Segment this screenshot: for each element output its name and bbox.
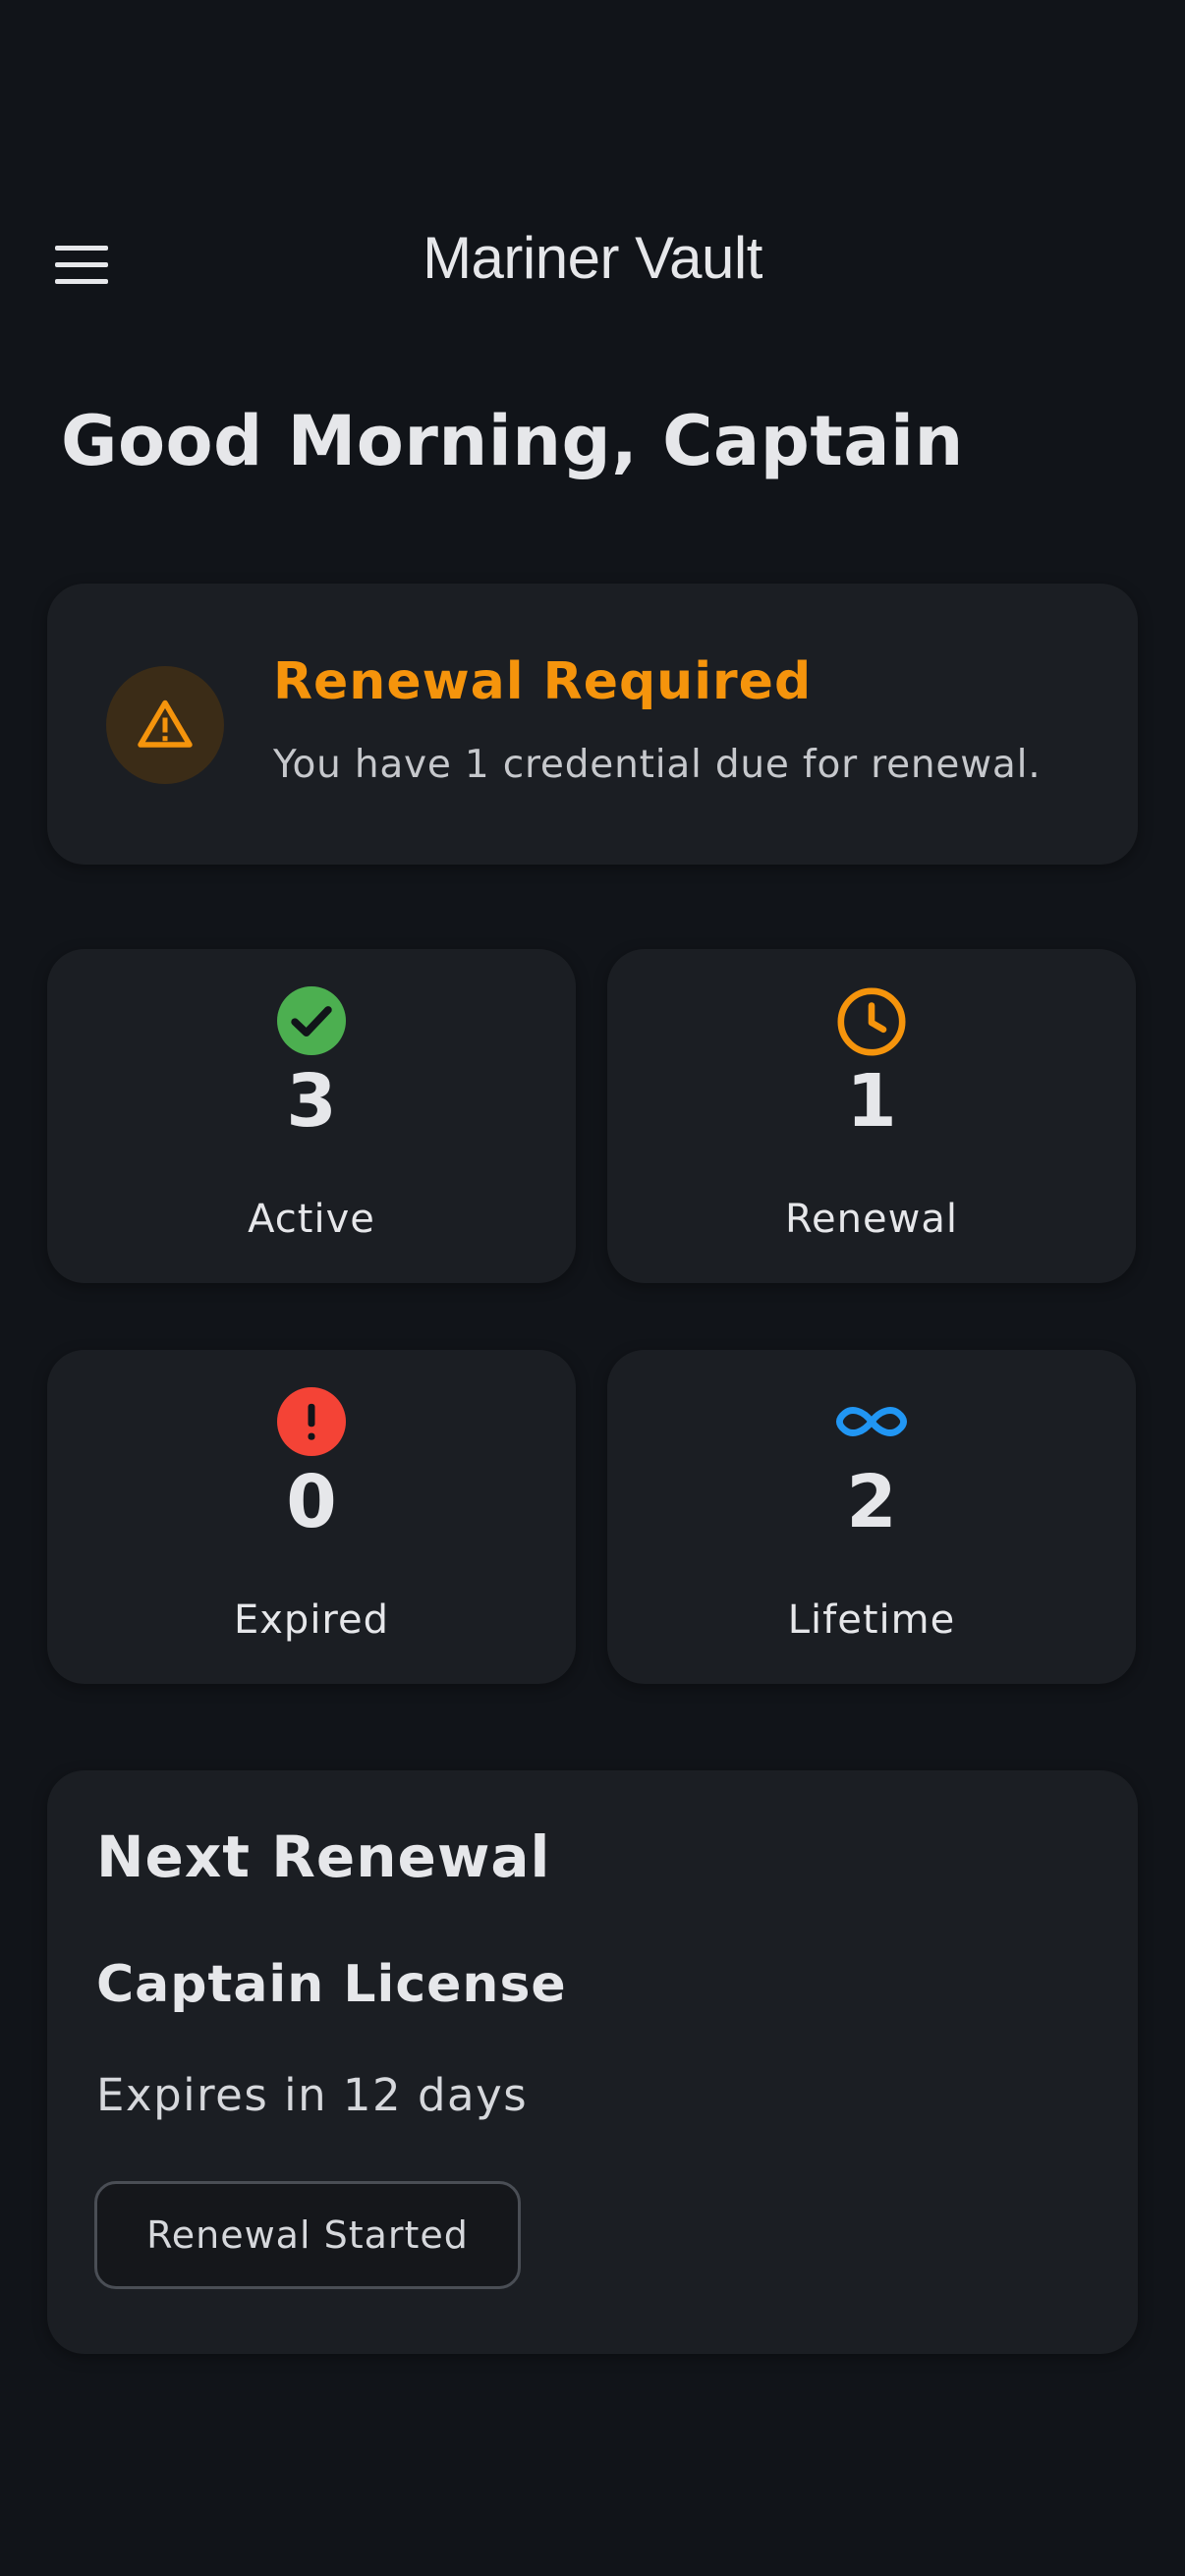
stat-label: Renewal [785, 1197, 958, 1242]
stat-value: 2 [846, 1460, 897, 1544]
app-title: Mariner Vault [423, 225, 762, 291]
alert-title: Renewal Required [273, 652, 813, 711]
stat-label: Expired [233, 1597, 389, 1643]
expiry-text: Expires in 12 days [96, 2069, 529, 2121]
stat-label: Lifetime [787, 1597, 956, 1643]
stat-card-renewal[interactable]: 1 Renewal [607, 949, 1136, 1283]
renewal-alert-card[interactable]: Renewal Required You have 1 credential d… [47, 584, 1138, 865]
warning-triangle-icon [138, 700, 193, 748]
stat-card-active[interactable]: 3 Active [47, 949, 576, 1283]
stat-label: Active [248, 1197, 375, 1242]
stat-value: 0 [286, 1460, 337, 1544]
clock-icon [837, 987, 906, 1056]
warning-icon-badge [106, 666, 224, 784]
error-circle-icon [277, 1387, 346, 1456]
next-renewal-heading: Next Renewal [96, 1823, 551, 1890]
credential-name: Captain License [96, 1955, 567, 2014]
alert-message: You have 1 credential due for renewal. [273, 743, 1042, 787]
check-circle-icon [277, 986, 346, 1055]
stat-value: 3 [286, 1059, 337, 1144]
infinity-icon [835, 1407, 908, 1436]
greeting-heading: Good Morning, Captain [61, 401, 964, 481]
renewal-started-button[interactable]: Renewal Started [94, 2181, 521, 2289]
next-renewal-card: Next Renewal Captain License Expires in … [47, 1770, 1138, 2354]
stat-card-expired[interactable]: 0 Expired [47, 1350, 576, 1684]
stat-card-lifetime[interactable]: 2 Lifetime [607, 1350, 1136, 1684]
app-bar: Mariner Vault [0, 196, 1185, 334]
stat-value: 1 [846, 1059, 897, 1144]
